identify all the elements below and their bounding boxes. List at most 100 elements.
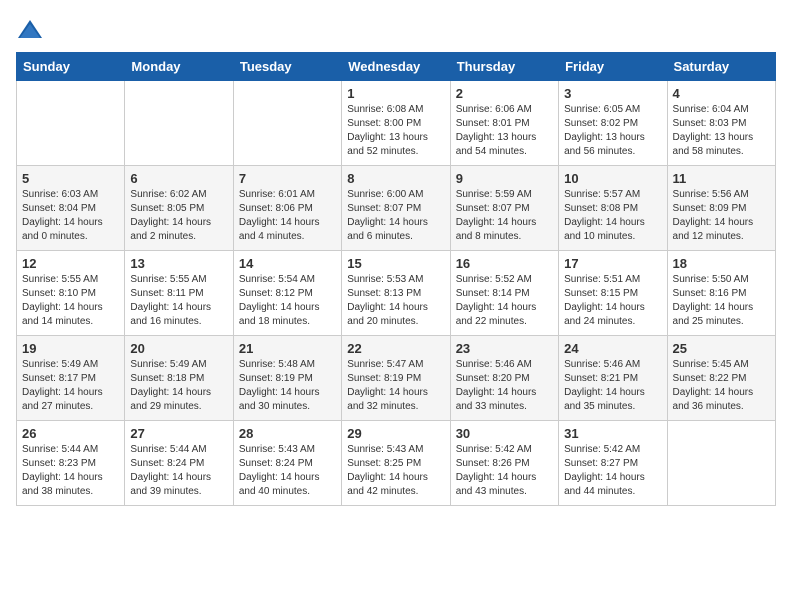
day-number: 2 <box>456 86 553 101</box>
day-number: 17 <box>564 256 661 271</box>
day-number: 25 <box>673 341 770 356</box>
day-info: Sunrise: 5:46 AM Sunset: 8:21 PM Dayligh… <box>564 358 661 414</box>
day-info: Sunrise: 5:53 AM Sunset: 8:13 PM Dayligh… <box>347 273 444 329</box>
calendar-cell: 20Sunrise: 5:49 AM Sunset: 8:18 PM Dayli… <box>125 336 233 421</box>
day-number: 27 <box>130 426 227 441</box>
calendar-table: SundayMondayTuesdayWednesdayThursdayFrid… <box>16 52 776 506</box>
day-info: Sunrise: 6:08 AM Sunset: 8:00 PM Dayligh… <box>347 103 444 159</box>
day-info: Sunrise: 6:06 AM Sunset: 8:01 PM Dayligh… <box>456 103 553 159</box>
day-info: Sunrise: 5:42 AM Sunset: 8:26 PM Dayligh… <box>456 443 553 499</box>
day-info: Sunrise: 6:05 AM Sunset: 8:02 PM Dayligh… <box>564 103 661 159</box>
day-number: 22 <box>347 341 444 356</box>
day-info: Sunrise: 5:46 AM Sunset: 8:20 PM Dayligh… <box>456 358 553 414</box>
calendar-cell <box>667 421 775 506</box>
calendar-cell: 4 Sunrise: 6:04 AM Sunset: 8:03 PM Daylig… <box>667 81 775 166</box>
calendar-cell: 15 Sunrise: 5:53 AM Sunset: 8:13 PM Dayli… <box>342 251 450 336</box>
day-number: 29 <box>347 426 444 441</box>
day-info: Sunrise: 5:56 AM Sunset: 8:09 PM Dayligh… <box>673 188 770 244</box>
day-of-week-header: Friday <box>559 53 667 81</box>
day-info: Sunrise: 5:59 AM Sunset: 8:07 PM Dayligh… <box>456 188 553 244</box>
calendar-week-row: 19 Sunrise: 5:49 AM Sunset: 8:17 PM Dayli… <box>17 336 776 421</box>
day-info: Sunrise: 5:43 AM Sunset: 8:25 PM Dayligh… <box>347 443 444 499</box>
day-number: 23 <box>456 341 553 356</box>
day-info: Sunrise: 5:49 AM Sunset: 8:17 PM Dayligh… <box>22 358 119 414</box>
calendar-cell: 2 Sunrise: 6:06 AM Sunset: 8:01 PM Daylig… <box>450 81 558 166</box>
day-info: Sunrise: 5:52 AM Sunset: 8:14 PM Dayligh… <box>456 273 553 329</box>
day-info: Sunrise: 6:01 AM Sunset: 8:06 PM Dayligh… <box>239 188 336 244</box>
calendar-cell: 13Sunrise: 5:55 AM Sunset: 8:11 PM Dayli… <box>125 251 233 336</box>
calendar-cell <box>17 81 125 166</box>
day-number: 3 <box>564 86 661 101</box>
calendar-cell <box>233 81 341 166</box>
day-of-week-header: Saturday <box>667 53 775 81</box>
calendar-cell: 19 Sunrise: 5:49 AM Sunset: 8:17 PM Dayli… <box>17 336 125 421</box>
day-info: Sunrise: 5:54 AM Sunset: 8:12 PM Dayligh… <box>239 273 336 329</box>
day-number: 8 <box>347 171 444 186</box>
calendar-cell: 11 Sunrise: 5:56 AM Sunset: 8:09 PM Dayli… <box>667 166 775 251</box>
logo-icon <box>16 16 44 44</box>
calendar-cell: 25 Sunrise: 5:45 AM Sunset: 8:22 PM Dayli… <box>667 336 775 421</box>
day-info: Sunrise: 5:47 AM Sunset: 8:19 PM Dayligh… <box>347 358 444 414</box>
calendar-cell: 12 Sunrise: 5:55 AM Sunset: 8:10 PM Dayli… <box>17 251 125 336</box>
calendar-cell: 16Sunrise: 5:52 AM Sunset: 8:14 PM Dayli… <box>450 251 558 336</box>
calendar-cell: 1 Sunrise: 6:08 AM Sunset: 8:00 PM Daylig… <box>342 81 450 166</box>
day-of-week-header: Tuesday <box>233 53 341 81</box>
day-number: 31 <box>564 426 661 441</box>
calendar-header-row: SundayMondayTuesdayWednesdayThursdayFrid… <box>17 53 776 81</box>
day-info: Sunrise: 5:45 AM Sunset: 8:22 PM Dayligh… <box>673 358 770 414</box>
day-info: Sunrise: 5:44 AM Sunset: 8:23 PM Dayligh… <box>22 443 119 499</box>
day-info: Sunrise: 5:44 AM Sunset: 8:24 PM Dayligh… <box>130 443 227 499</box>
calendar-cell: 21 Sunrise: 5:48 AM Sunset: 8:19 PM Dayli… <box>233 336 341 421</box>
logo <box>16 16 48 44</box>
calendar-cell: 8 Sunrise: 6:00 AM Sunset: 8:07 PM Daylig… <box>342 166 450 251</box>
day-number: 12 <box>22 256 119 271</box>
day-number: 24 <box>564 341 661 356</box>
day-info: Sunrise: 6:03 AM Sunset: 8:04 PM Dayligh… <box>22 188 119 244</box>
calendar-week-row: 5 Sunrise: 6:03 AM Sunset: 8:04 PM Daylig… <box>17 166 776 251</box>
day-info: Sunrise: 5:50 AM Sunset: 8:16 PM Dayligh… <box>673 273 770 329</box>
day-number: 13 <box>130 256 227 271</box>
calendar-cell: 17Sunrise: 5:51 AM Sunset: 8:15 PM Dayli… <box>559 251 667 336</box>
day-number: 5 <box>22 171 119 186</box>
calendar-cell: 14 Sunrise: 5:54 AM Sunset: 8:12 PM Dayli… <box>233 251 341 336</box>
calendar-cell: 28Sunrise: 5:43 AM Sunset: 8:24 PM Dayli… <box>233 421 341 506</box>
day-number: 19 <box>22 341 119 356</box>
calendar-cell: 5 Sunrise: 6:03 AM Sunset: 8:04 PM Daylig… <box>17 166 125 251</box>
day-of-week-header: Wednesday <box>342 53 450 81</box>
day-number: 1 <box>347 86 444 101</box>
day-number: 14 <box>239 256 336 271</box>
calendar-cell: 7 Sunrise: 6:01 AM Sunset: 8:06 PM Daylig… <box>233 166 341 251</box>
calendar-week-row: 1 Sunrise: 6:08 AM Sunset: 8:00 PM Daylig… <box>17 81 776 166</box>
day-number: 18 <box>673 256 770 271</box>
day-number: 6 <box>130 171 227 186</box>
calendar-cell: 24 Sunrise: 5:46 AM Sunset: 8:21 PM Dayli… <box>559 336 667 421</box>
day-of-week-header: Sunday <box>17 53 125 81</box>
day-info: Sunrise: 6:04 AM Sunset: 8:03 PM Dayligh… <box>673 103 770 159</box>
day-number: 4 <box>673 86 770 101</box>
day-number: 21 <box>239 341 336 356</box>
calendar-cell <box>125 81 233 166</box>
calendar-cell: 31 Sunrise: 5:42 AM Sunset: 8:27 PM Dayli… <box>559 421 667 506</box>
calendar-cell: 30 Sunrise: 5:42 AM Sunset: 8:26 PM Dayli… <box>450 421 558 506</box>
calendar-cell: 27 Sunrise: 5:44 AM Sunset: 8:24 PM Dayli… <box>125 421 233 506</box>
day-number: 20 <box>130 341 227 356</box>
day-number: 30 <box>456 426 553 441</box>
calendar-cell: 6 Sunrise: 6:02 AM Sunset: 8:05 PM Daylig… <box>125 166 233 251</box>
calendar-cell: 3 Sunrise: 6:05 AM Sunset: 8:02 PM Daylig… <box>559 81 667 166</box>
day-number: 10 <box>564 171 661 186</box>
day-info: Sunrise: 5:57 AM Sunset: 8:08 PM Dayligh… <box>564 188 661 244</box>
day-number: 15 <box>347 256 444 271</box>
day-number: 11 <box>673 171 770 186</box>
day-info: Sunrise: 6:02 AM Sunset: 8:05 PM Dayligh… <box>130 188 227 244</box>
day-info: Sunrise: 5:48 AM Sunset: 8:19 PM Dayligh… <box>239 358 336 414</box>
day-info: Sunrise: 5:42 AM Sunset: 8:27 PM Dayligh… <box>564 443 661 499</box>
calendar-cell: 29 Sunrise: 5:43 AM Sunset: 8:25 PM Dayli… <box>342 421 450 506</box>
day-info: Sunrise: 6:00 AM Sunset: 8:07 PM Dayligh… <box>347 188 444 244</box>
calendar-cell: 9Sunrise: 5:59 AM Sunset: 8:07 PM Daylig… <box>450 166 558 251</box>
day-info: Sunrise: 5:43 AM Sunset: 8:24 PM Dayligh… <box>239 443 336 499</box>
day-info: Sunrise: 5:55 AM Sunset: 8:10 PM Dayligh… <box>22 273 119 329</box>
calendar-cell: 26Sunrise: 5:44 AM Sunset: 8:23 PM Dayli… <box>17 421 125 506</box>
calendar-cell: 23 Sunrise: 5:46 AM Sunset: 8:20 PM Dayli… <box>450 336 558 421</box>
day-number: 7 <box>239 171 336 186</box>
calendar-week-row: 26Sunrise: 5:44 AM Sunset: 8:23 PM Dayli… <box>17 421 776 506</box>
